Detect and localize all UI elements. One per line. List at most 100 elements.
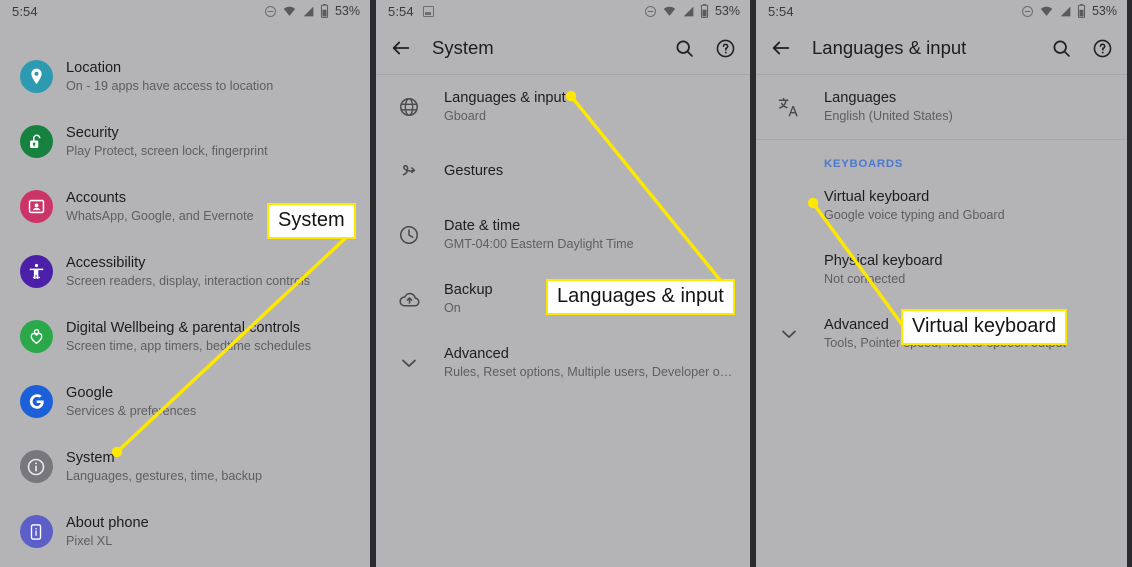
location-text: Location On - 19 apps have access to loc… xyxy=(58,59,273,95)
advanced-chevron-wrap xyxy=(386,352,432,374)
search-icon[interactable] xyxy=(1051,38,1072,59)
cell-signal-icon xyxy=(683,6,694,16)
list-item-advanced[interactable]: Advanced Rules, Reset options, Multiple … xyxy=(376,331,750,395)
settings-list: Location On - 19 apps have access to loc… xyxy=(0,44,370,564)
help-circle-icon[interactable] xyxy=(1092,38,1113,59)
languages-text: Languages English (United States) xyxy=(812,89,953,125)
google-g-icon xyxy=(19,385,53,418)
list-item-security[interactable]: Security Play Protect, screen lock, fing… xyxy=(0,109,370,174)
cell-signal-icon xyxy=(1060,6,1071,16)
do-not-disturb-icon xyxy=(1021,5,1033,17)
list-item-title: Advanced xyxy=(444,346,509,362)
list-item-title: Accounts xyxy=(66,189,127,206)
list-item-accessibility[interactable]: Accessibility Screen readers, display, i… xyxy=(0,239,370,304)
battery-icon xyxy=(320,4,329,18)
status-icons: 53% xyxy=(1021,4,1117,18)
list-item-title: Security xyxy=(66,124,119,141)
gestures-icon-wrap xyxy=(386,160,432,182)
list-item-physical-keyboard[interactable]: Physical keyboard Not connected xyxy=(756,238,1127,302)
cell-signal-icon xyxy=(303,6,314,16)
search-icon[interactable] xyxy=(674,38,695,59)
status-clock: 5:54 xyxy=(12,3,38,19)
google-icon-wrap xyxy=(14,385,58,418)
gestures-text: Gestures xyxy=(432,162,503,181)
list-item-gestures[interactable]: Gestures xyxy=(376,139,750,203)
callout-virtual-keyboard: Virtual keyboard xyxy=(901,309,1068,345)
app-bar-system: System xyxy=(376,22,750,74)
status-clock: 5:54 xyxy=(768,3,794,19)
chevron-down-icon xyxy=(402,359,416,367)
list-item-about-phone[interactable]: About phone Pixel XL xyxy=(0,499,370,564)
wifi-icon xyxy=(663,6,676,16)
status-clock: 5:54 xyxy=(388,3,414,19)
list-item-google[interactable]: Google Services & preferences xyxy=(0,369,370,434)
list-item-digital-wellbeing[interactable]: Digital Wellbeing & parental controls Sc… xyxy=(0,304,370,369)
wifi-icon xyxy=(283,6,296,16)
advanced-chevron-wrap xyxy=(766,323,812,345)
accounts-text: Accounts WhatsApp, Google, and Evernote xyxy=(58,189,254,225)
status-icons: 53% xyxy=(644,4,740,18)
wifi-icon xyxy=(1040,6,1053,16)
location-pin-icon xyxy=(19,60,53,93)
list-item-title: Google xyxy=(66,384,114,401)
list-item-title: Date & time xyxy=(444,218,521,234)
list-item-subtitle: Screen time, app timers, bedtime schedul… xyxy=(66,338,311,353)
page-title: System xyxy=(432,37,494,58)
back-arrow-icon xyxy=(772,41,790,55)
battery-percent: 53% xyxy=(334,4,360,18)
callout-languages-input: Languages & input xyxy=(546,279,735,315)
list-item-location[interactable]: Location On - 19 apps have access to loc… xyxy=(0,44,370,109)
wellbeing-icon-wrap xyxy=(14,320,58,353)
list-item-virtual-keyboard[interactable]: Virtual keyboard Google voice typing and… xyxy=(756,174,1127,238)
back-button[interactable] xyxy=(390,37,424,59)
clock-icon-wrap xyxy=(386,224,432,246)
list-item-subtitle: GMT-04:00 Eastern Daylight Time xyxy=(444,237,634,251)
security-icon-wrap xyxy=(14,125,58,158)
about-text: About phone Pixel XL xyxy=(58,514,149,550)
system-list: Languages & input Gboard Gestures Date &… xyxy=(376,75,750,395)
list-item-system[interactable]: System Languages, gestures, time, backup xyxy=(0,434,370,499)
google-text: Google Services & preferences xyxy=(58,384,196,420)
globe-icon xyxy=(399,97,419,117)
virtual-keyboard-text: Virtual keyboard Google voice typing and… xyxy=(812,188,1005,224)
system-text: System Languages, gestures, time, backup xyxy=(58,449,262,485)
list-item-title: Languages xyxy=(824,90,897,106)
callout-system: System xyxy=(267,203,356,239)
do-not-disturb-icon xyxy=(644,5,656,17)
account-card-icon xyxy=(19,190,53,223)
backup-text: Backup On xyxy=(432,281,493,317)
list-item-subtitle: Play Protect, screen lock, fingerprint xyxy=(66,143,268,158)
status-icons: 53% xyxy=(264,4,360,18)
accessibility-text: Accessibility Screen readers, display, i… xyxy=(58,254,310,290)
list-item-subtitle: Google voice typing and Gboard xyxy=(824,208,1005,222)
accessibility-person-icon xyxy=(19,255,53,288)
list-item-title: Virtual keyboard xyxy=(824,189,930,205)
back-button[interactable] xyxy=(770,37,804,59)
screenshot-notification-icon xyxy=(422,5,434,17)
system-icon-wrap xyxy=(14,450,58,483)
location-icon-wrap xyxy=(14,60,58,93)
translate-icon-wrap xyxy=(766,95,812,119)
app-bar-languages: Languages & input xyxy=(756,22,1127,74)
advanced-text: Advanced Rules, Reset options, Multiple … xyxy=(432,345,736,381)
security-text: Security Play Protect, screen lock, fing… xyxy=(58,124,268,160)
list-item-languages-input[interactable]: Languages & input Gboard xyxy=(376,75,750,139)
partial-row-stub xyxy=(64,22,264,24)
wellbeing-text: Digital Wellbeing & parental controls Sc… xyxy=(58,319,311,355)
list-item-languages[interactable]: Languages English (United States) xyxy=(756,75,1127,139)
battery-icon xyxy=(1077,4,1086,18)
phone-screen-settings: 5:54 53% Location On - 19 apps have acce… xyxy=(0,0,370,567)
clock-icon xyxy=(399,225,419,245)
list-item-subtitle: English (United States) xyxy=(824,109,953,123)
list-item-title: Digital Wellbeing & parental controls xyxy=(66,319,301,336)
languages-input-text: Languages & input Gboard xyxy=(432,89,566,125)
accessibility-icon-wrap xyxy=(14,255,58,288)
chevron-down-icon xyxy=(782,330,796,338)
list-item-title: Location xyxy=(66,59,122,76)
list-item-subtitle: Screen readers, display, interaction con… xyxy=(66,273,311,288)
list-item-date-time[interactable]: Date & time GMT-04:00 Eastern Daylight T… xyxy=(376,203,750,267)
list-item-title: Gestures xyxy=(444,162,504,179)
help-circle-icon[interactable] xyxy=(715,38,736,59)
list-item-title: System xyxy=(66,449,115,466)
gesture-swirl-icon xyxy=(402,164,416,176)
